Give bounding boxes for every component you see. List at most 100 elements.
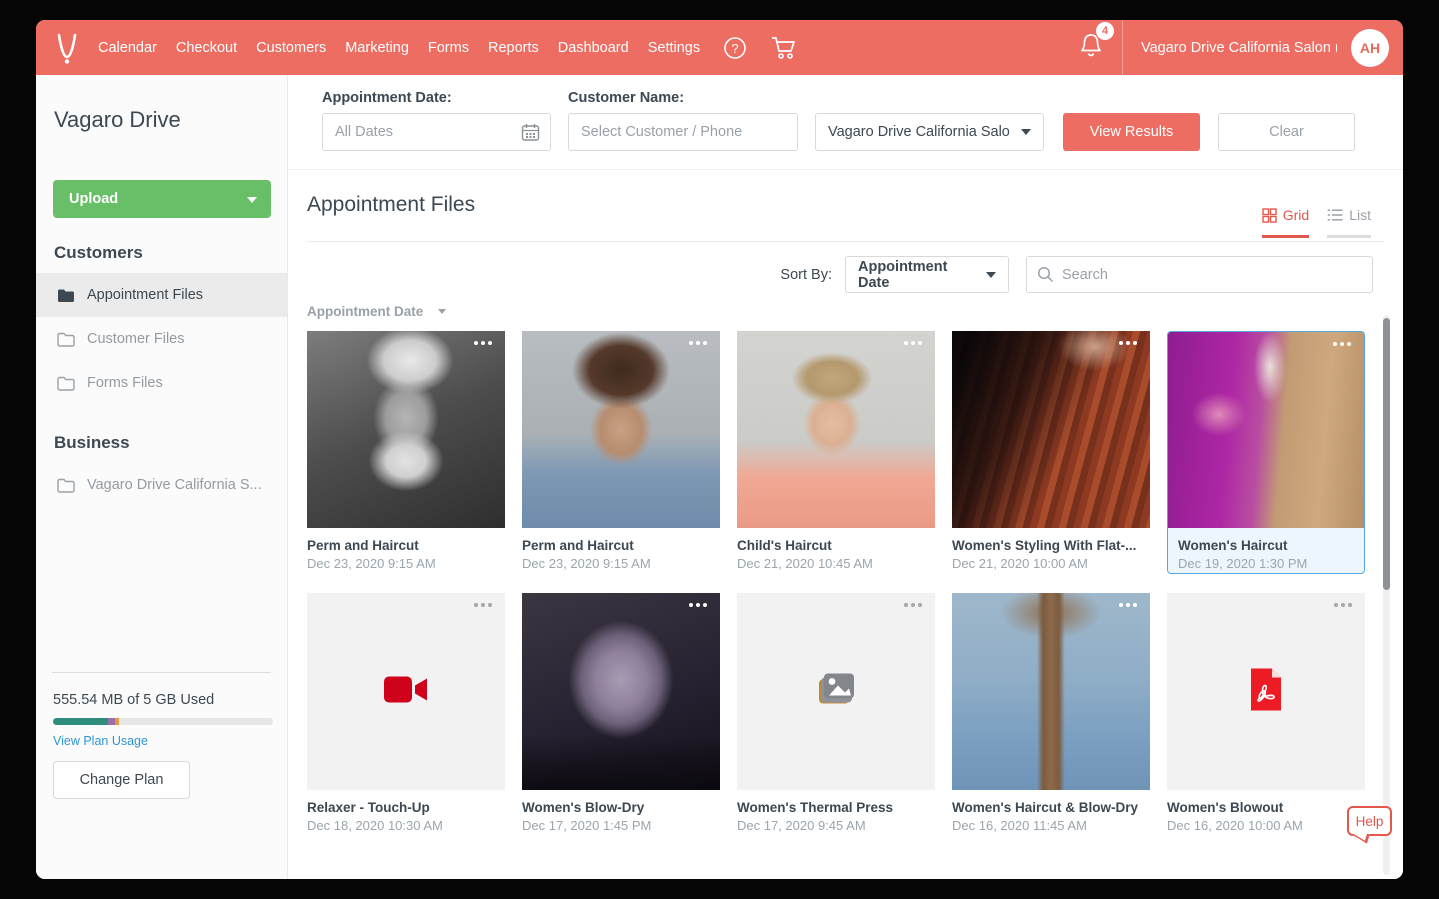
file-card[interactable]: Child's Haircut Dec 21, 2020 10:45 AM bbox=[737, 331, 935, 574]
more-options-icon[interactable] bbox=[685, 599, 711, 611]
file-caption: Women's Thermal Press Dec 17, 2020 9:45 … bbox=[737, 790, 935, 834]
group-header-appointment-date[interactable]: Appointment Date bbox=[307, 304, 446, 319]
more-options-icon[interactable] bbox=[470, 599, 496, 611]
more-options-icon[interactable] bbox=[685, 337, 711, 349]
file-thumbnail[interactable] bbox=[522, 593, 720, 790]
file-title: Relaxer - Touch-Up bbox=[307, 799, 505, 816]
file-date: Dec 17, 2020 1:45 PM bbox=[522, 817, 720, 834]
vertical-scrollbar[interactable] bbox=[1383, 315, 1390, 875]
section-header-customers: Customers bbox=[36, 243, 287, 263]
nav-item-forms[interactable]: Forms bbox=[428, 40, 469, 56]
nav-divider bbox=[1122, 20, 1123, 75]
file-title: Women's Haircut & Blow-Dry bbox=[952, 799, 1150, 816]
file-card[interactable]: Women's Haircut Dec 19, 2020 1:30 PM bbox=[1167, 331, 1365, 574]
view-plan-usage-link[interactable]: View Plan Usage bbox=[53, 734, 148, 748]
appointment-date-field[interactable] bbox=[322, 113, 551, 151]
nav-item-customers[interactable]: Customers bbox=[256, 40, 326, 56]
nav-item-calendar[interactable]: Calendar bbox=[98, 40, 157, 56]
sidebar-item-label: Vagaro Drive California S... bbox=[87, 477, 262, 493]
avatar[interactable]: AH bbox=[1351, 29, 1389, 67]
file-thumbnail[interactable] bbox=[522, 331, 720, 528]
nav-item-marketing[interactable]: Marketing bbox=[345, 40, 409, 56]
file-title: Women's Blow-Dry bbox=[522, 799, 720, 816]
help-button[interactable]: Help bbox=[1347, 806, 1392, 836]
app-window: Calendar Checkout Customers Marketing Forms R… bbox=[36, 20, 1403, 879]
section-header-business: Business bbox=[36, 433, 287, 453]
notification-badge: 4 bbox=[1096, 22, 1114, 40]
calendar-icon[interactable] bbox=[521, 123, 540, 146]
customer-folder-list: Appointment Files Customer Files Forms F… bbox=[36, 273, 287, 405]
file-thumbnail[interactable] bbox=[1167, 593, 1365, 790]
clear-button[interactable]: Clear bbox=[1218, 113, 1355, 151]
more-options-icon[interactable] bbox=[900, 599, 926, 611]
appointment-date-input[interactable] bbox=[323, 114, 550, 150]
sidebar-item-label: Appointment Files bbox=[87, 287, 203, 303]
more-options-icon[interactable] bbox=[1330, 599, 1356, 611]
more-options-icon[interactable] bbox=[470, 337, 496, 349]
file-card[interactable]: Perm and Haircut Dec 23, 2020 9:15 AM bbox=[522, 331, 720, 574]
sidebar-item-customer-files[interactable]: Customer Files bbox=[36, 317, 287, 361]
sort-select[interactable]: Appointment Date bbox=[845, 256, 1009, 293]
file-caption: Relaxer - Touch-Up Dec 18, 2020 10:30 AM bbox=[307, 790, 505, 834]
file-card[interactable]: Relaxer - Touch-Up Dec 18, 2020 10:30 AM bbox=[307, 593, 505, 836]
file-caption: Women's Blow-Dry Dec 17, 2020 1:45 PM bbox=[522, 790, 720, 834]
view-results-button[interactable]: View Results bbox=[1063, 113, 1200, 151]
sidebar-item-appointment-files[interactable]: Appointment Files bbox=[36, 273, 287, 317]
more-options-icon[interactable] bbox=[900, 337, 926, 349]
file-card[interactable]: Women's Thermal Press Dec 17, 2020 9:45 … bbox=[737, 593, 935, 836]
customer-name-label: Customer Name: bbox=[568, 90, 684, 106]
search-input[interactable] bbox=[1062, 267, 1362, 283]
upload-button[interactable]: Upload bbox=[53, 180, 271, 218]
tab-grid[interactable]: Grid bbox=[1262, 207, 1309, 238]
chevron-down-icon bbox=[438, 309, 446, 314]
nav-item-settings[interactable]: Settings bbox=[648, 40, 700, 56]
customer-field[interactable] bbox=[568, 113, 798, 151]
file-thumbnail[interactable] bbox=[952, 593, 1150, 790]
file-thumbnail[interactable] bbox=[737, 331, 935, 528]
file-card[interactable]: Women's Blow-Dry Dec 17, 2020 1:45 PM bbox=[522, 593, 720, 836]
nav-item-checkout[interactable]: Checkout bbox=[176, 40, 237, 56]
file-card[interactable]: Women's Styling With Flat-... Dec 21, 20… bbox=[952, 331, 1150, 574]
more-options-icon[interactable] bbox=[1329, 338, 1355, 350]
file-card[interactable]: Women's Haircut & Blow-Dry Dec 16, 2020 … bbox=[952, 593, 1150, 836]
search-box[interactable] bbox=[1026, 256, 1373, 293]
cart-icon[interactable] bbox=[770, 35, 798, 61]
file-card[interactable]: Women's Blowout Dec 16, 2020 10:00 AM bbox=[1167, 593, 1365, 836]
content-area: Appointment Files Grid List Sort By: App… bbox=[288, 171, 1403, 879]
file-caption: Women's Haircut & Blow-Dry Dec 16, 2020 … bbox=[952, 790, 1150, 834]
chevron-down-icon bbox=[1021, 129, 1031, 135]
business-select[interactable]: Vagaro Drive California Salo bbox=[815, 113, 1044, 151]
drive-title: Vagaro Drive bbox=[36, 75, 287, 133]
nav-item-dashboard[interactable]: Dashboard bbox=[558, 40, 629, 56]
file-card[interactable]: Perm and Haircut Dec 23, 2020 9:15 AM bbox=[307, 331, 505, 574]
folder-open-icon bbox=[57, 288, 75, 303]
file-title: Child's Haircut bbox=[737, 537, 935, 554]
sidebar-item-forms-files[interactable]: Forms Files bbox=[36, 361, 287, 405]
sidebar-item-vagaro-drive-california-s[interactable]: Vagaro Drive California S... bbox=[36, 463, 287, 507]
file-thumbnail[interactable] bbox=[1168, 332, 1364, 528]
account-name[interactable]: Vagaro Drive California Salon ( bbox=[1141, 40, 1337, 56]
nav-right-cluster: 4 Vagaro Drive California Salon ( AH bbox=[1078, 20, 1403, 75]
file-date: Dec 16, 2020 10:00 AM bbox=[1167, 817, 1365, 834]
change-plan-button[interactable]: Change Plan bbox=[53, 761, 190, 799]
file-thumbnail[interactable] bbox=[307, 593, 505, 790]
file-thumbnail[interactable] bbox=[952, 331, 1150, 528]
scrollbar-thumb[interactable] bbox=[1383, 318, 1390, 590]
folder-icon bbox=[57, 478, 75, 493]
vagaro-logo[interactable] bbox=[36, 30, 98, 66]
group-header-label: Appointment Date bbox=[307, 304, 423, 319]
page-title: Appointment Files bbox=[307, 193, 475, 217]
help-circle-icon[interactable]: ? bbox=[722, 35, 748, 61]
file-title: Women's Styling With Flat-... bbox=[952, 537, 1150, 554]
file-thumbnail[interactable] bbox=[737, 593, 935, 790]
chevron-down-icon bbox=[986, 272, 996, 278]
customer-input[interactable] bbox=[569, 114, 797, 150]
file-caption: Women's Styling With Flat-... Dec 21, 20… bbox=[952, 528, 1150, 572]
tab-list[interactable]: List bbox=[1327, 207, 1371, 238]
file-thumbnail[interactable] bbox=[307, 331, 505, 528]
notifications-bell-icon[interactable]: 4 bbox=[1078, 31, 1104, 64]
more-options-icon[interactable] bbox=[1115, 337, 1141, 349]
nav-item-reports[interactable]: Reports bbox=[488, 40, 539, 56]
grid-icon bbox=[1262, 208, 1277, 223]
more-options-icon[interactable] bbox=[1115, 599, 1141, 611]
